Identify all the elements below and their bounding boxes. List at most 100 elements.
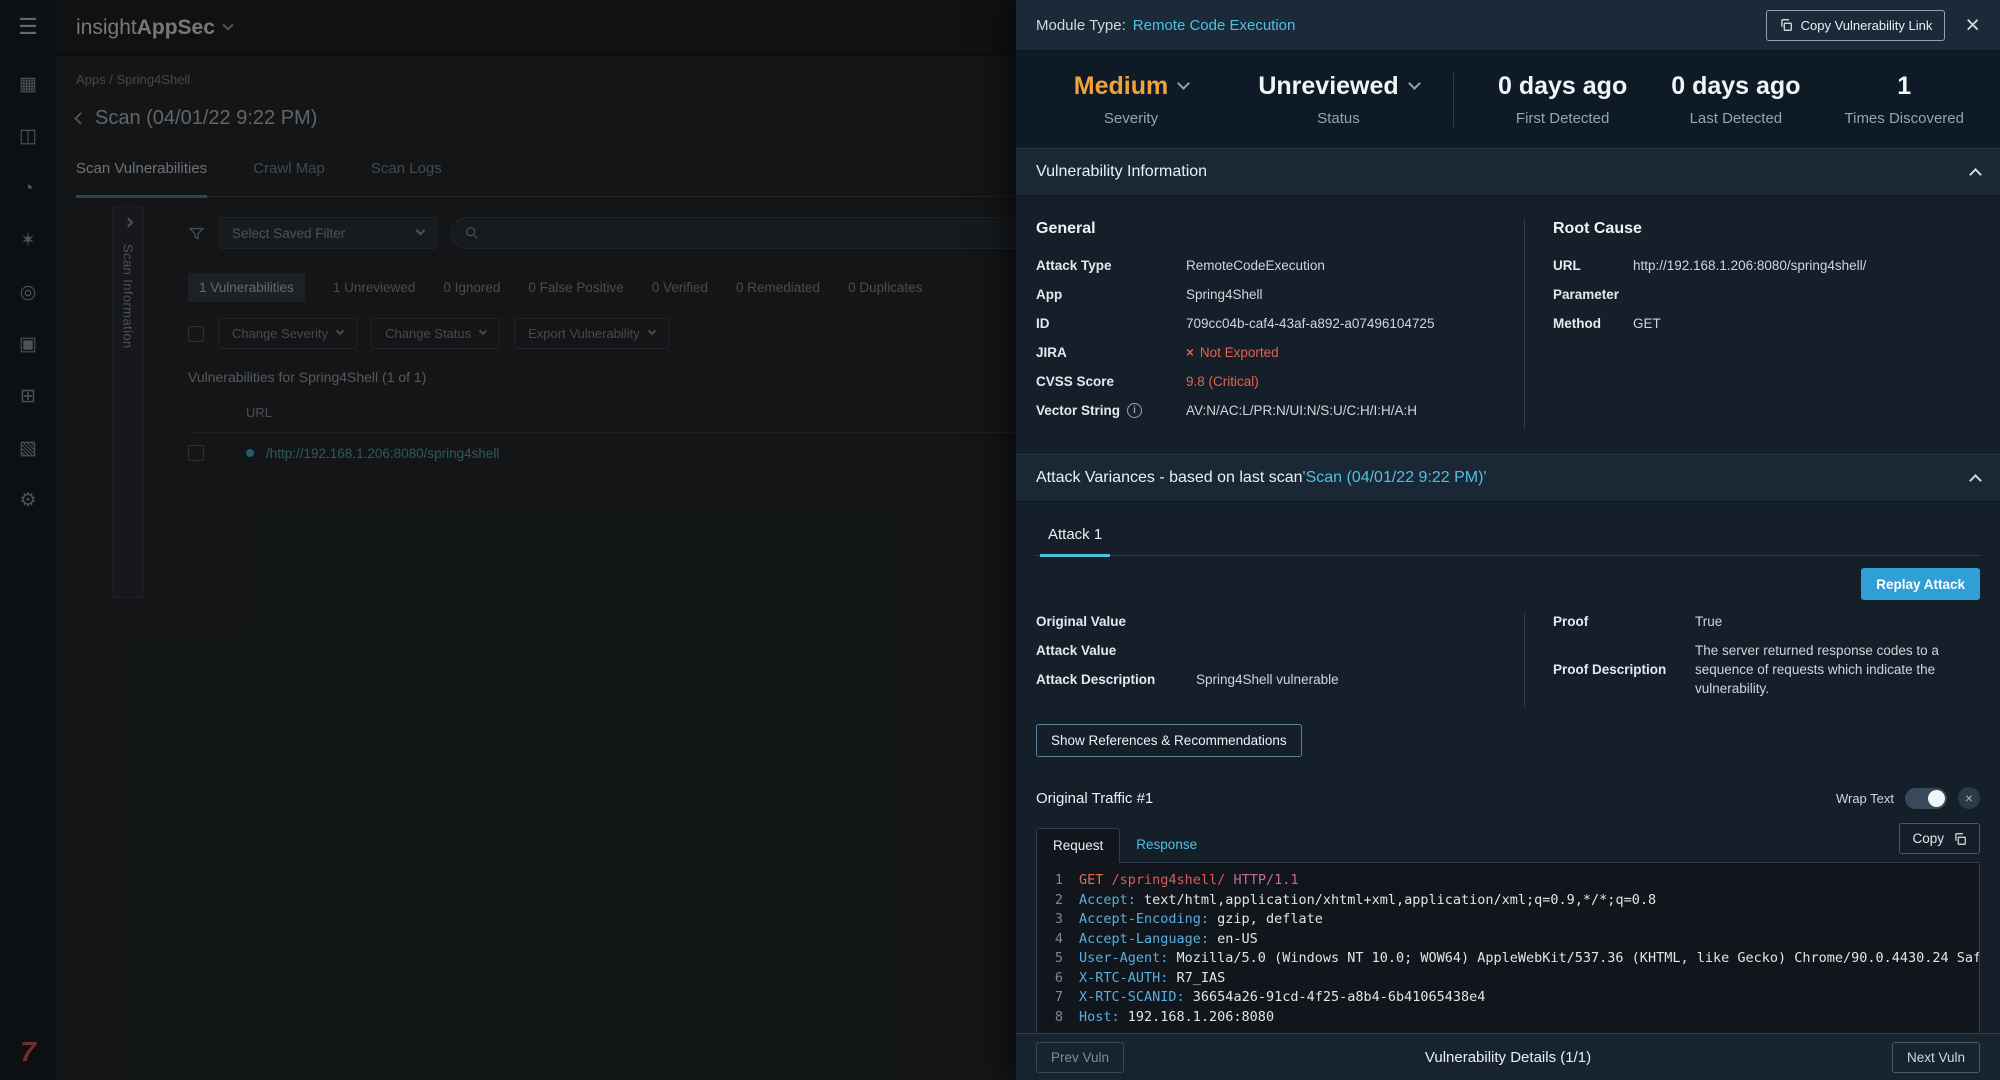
proof-value: True [1695, 612, 1722, 631]
severity-block: Medium Severity [1036, 72, 1226, 127]
summary-dates: 0 days ago First Detected 0 days ago Las… [1456, 72, 1990, 127]
copy-traffic-button[interactable]: Copy [1899, 823, 1980, 854]
jira-value: Not Exported [1200, 345, 1279, 360]
status-dropdown[interactable]: Unreviewed [1258, 72, 1418, 101]
proof-description-value: The server returned response codes to a … [1695, 641, 1980, 698]
code-line: 7X-RTC-SCANID: 36654a26-91cd-4f25-a8b4-6… [1037, 988, 1979, 1008]
url-value[interactable]: http://192.168.1.206:8080/spring4shell/ [1633, 256, 1866, 275]
status-block: Unreviewed Status [1226, 72, 1451, 127]
severity-dropdown[interactable]: Medium [1074, 72, 1188, 101]
code-line: 1GET /spring4shell/ HTTP/1.1 [1037, 871, 1979, 891]
vulnerability-information-section-header[interactable]: Vulnerability Information [1016, 148, 2000, 196]
code-line: 5User-Agent: Mozilla/5.0 (Windows NT 10.… [1037, 949, 1979, 969]
first-detected-block: 0 days ago First Detected [1498, 72, 1627, 127]
info-icon[interactable]: i [1127, 403, 1142, 418]
vector-string-value[interactable]: AV:N/AC:L/PR:N/UI:N/S:U/C:H/I:H/A:H [1186, 401, 1417, 420]
tab-response[interactable]: Response [1120, 828, 1213, 862]
id-value: 709cc04b-caf4-43af-a892-a07496104725 [1186, 314, 1434, 333]
module-type-value[interactable]: Remote Code Execution [1133, 17, 1296, 34]
attack-variances-content: Attack 1 Replay Attack Original Value At… [1016, 502, 2000, 1033]
attack-variances-title: Attack Variances - based on last scan [1036, 469, 1303, 487]
collapse-icon[interactable] [1969, 474, 1982, 487]
vulnerability-information-content: General Attack TypeRemoteCodeExecution A… [1016, 196, 2000, 454]
proof-column: ProofTrue Proof DescriptionThe server re… [1524, 612, 1980, 708]
original-value-label: Original Value [1036, 612, 1196, 631]
parameter-label: Parameter [1553, 285, 1633, 304]
attack-type-value: RemoteCodeExecution [1186, 256, 1325, 275]
summary-strip: Medium Severity Unreviewed Status 0 days… [1016, 51, 2000, 148]
first-detected-label: First Detected [1516, 110, 1609, 127]
next-vuln-button[interactable]: Next Vuln [1892, 1042, 1980, 1073]
times-discovered-label: Times Discovered [1845, 110, 1964, 127]
attack-type-label: Attack Type [1036, 256, 1186, 275]
copy-vulnerability-link-label: Copy Vulnerability Link [1801, 18, 1933, 33]
attack-description-label: Attack Description [1036, 670, 1196, 689]
attack-detail-columns: Original Value Attack Value Attack Descr… [1036, 612, 1980, 708]
chevron-down-icon [1177, 77, 1190, 90]
last-detected-label: Last Detected [1690, 110, 1783, 127]
copy-traffic-label: Copy [1912, 831, 1944, 846]
root-cause-heading: Root Cause [1553, 220, 1980, 238]
cvss-score-value: 9.8 (Critical) [1186, 372, 1259, 391]
toggle-knob [1928, 790, 1945, 807]
general-column: General Attack TypeRemoteCodeExecution A… [1036, 218, 1524, 430]
panel-header: Module Type: Remote Code Execution Copy … [1016, 0, 2000, 51]
severity-label: Severity [1104, 110, 1158, 127]
times-discovered-block: 1 Times Discovered [1845, 72, 1964, 127]
footer-title: Vulnerability Details (1/1) [1016, 1049, 2000, 1066]
attack-variances-section-header[interactable]: Attack Variances - based on last scan 'S… [1016, 454, 2000, 502]
app-link[interactable]: Spring4Shell [1186, 285, 1263, 304]
attack-tab-bar: Attack 1 [1036, 518, 1980, 556]
root-cause-column: Root Cause URLhttp://192.168.1.206:8080/… [1524, 218, 1980, 430]
copy-icon [1953, 832, 1967, 846]
attack-value-label: Attack Value [1036, 641, 1196, 660]
code-line: 2Accept: text/html,application/xhtml+xml… [1037, 891, 1979, 911]
last-detected-block: 0 days ago Last Detected [1671, 72, 1800, 127]
wrap-text-control: Wrap Text × [1836, 787, 1980, 809]
method-value: GET [1633, 314, 1661, 333]
times-discovered-value: 1 [1897, 72, 1911, 101]
tab-attack-1[interactable]: Attack 1 [1040, 518, 1110, 557]
chevron-down-icon [1408, 77, 1421, 90]
panel-footer: Vulnerability Details (1/1) Prev Vuln Ne… [1016, 1033, 2000, 1080]
first-detected-value: 0 days ago [1498, 72, 1627, 101]
original-traffic-title: Original Traffic #1 [1036, 790, 1153, 807]
code-line: 8Host: 192.168.1.206:8080 [1037, 1008, 1979, 1028]
method-label: Method [1553, 314, 1633, 333]
vulnerability-detail-panel: Module Type: Remote Code Execution Copy … [1016, 0, 2000, 1080]
prev-vuln-button[interactable]: Prev Vuln [1036, 1042, 1124, 1073]
severity-value: Medium [1074, 72, 1168, 101]
attack-variances-scan-link[interactable]: 'Scan (04/01/22 9:22 PM)' [1303, 469, 1487, 487]
copy-icon [1779, 18, 1793, 32]
url-label: URL [1553, 256, 1633, 275]
module-type-label: Module Type: [1036, 17, 1126, 34]
wrap-text-toggle[interactable] [1905, 788, 1947, 809]
last-detected-value: 0 days ago [1671, 72, 1800, 101]
tab-request[interactable]: Request [1036, 828, 1120, 863]
vulnerability-information-title: Vulnerability Information [1036, 163, 1207, 181]
cvss-score-label: CVSS Score [1036, 372, 1186, 391]
collapse-icon[interactable] [1969, 168, 1982, 181]
app-label: App [1036, 285, 1186, 304]
request-code-block[interactable]: 1GET /spring4shell/ HTTP/1.1 2Accept: te… [1036, 862, 1980, 1033]
screen: ☰ ▦ ◫ ◔ ✶ ◎ ▣ ⊞ ▧ ⚙ 7 insightAppSec Apps… [0, 0, 2000, 1080]
not-exported-x-icon: × [1186, 345, 1194, 360]
code-line: 4Accept-Language: en-US [1037, 930, 1979, 950]
show-references-button[interactable]: Show References & Recommendations [1036, 724, 1302, 757]
status-label: Status [1317, 110, 1360, 127]
proof-description-label: Proof Description [1553, 641, 1695, 698]
wrap-text-label: Wrap Text [1836, 791, 1894, 806]
status-value: Unreviewed [1258, 72, 1398, 101]
traffic-tab-bar: Request Response Copy [1036, 823, 1980, 862]
wrap-off-icon[interactable]: × [1958, 787, 1980, 809]
summary-divider [1453, 73, 1454, 127]
replay-attack-button[interactable]: Replay Attack [1861, 568, 1980, 600]
attack-values-column: Original Value Attack Value Attack Descr… [1036, 612, 1524, 708]
copy-vulnerability-link-button[interactable]: Copy Vulnerability Link [1766, 10, 1946, 41]
attack-description-value: Spring4Shell vulnerable [1196, 670, 1339, 689]
code-line: 6X-RTC-AUTH: R7_IAS [1037, 969, 1979, 989]
general-heading: General [1036, 220, 1494, 238]
vector-string-text: Vector String [1036, 401, 1120, 420]
id-label: ID [1036, 314, 1186, 333]
close-icon[interactable]: × [1965, 13, 1980, 38]
